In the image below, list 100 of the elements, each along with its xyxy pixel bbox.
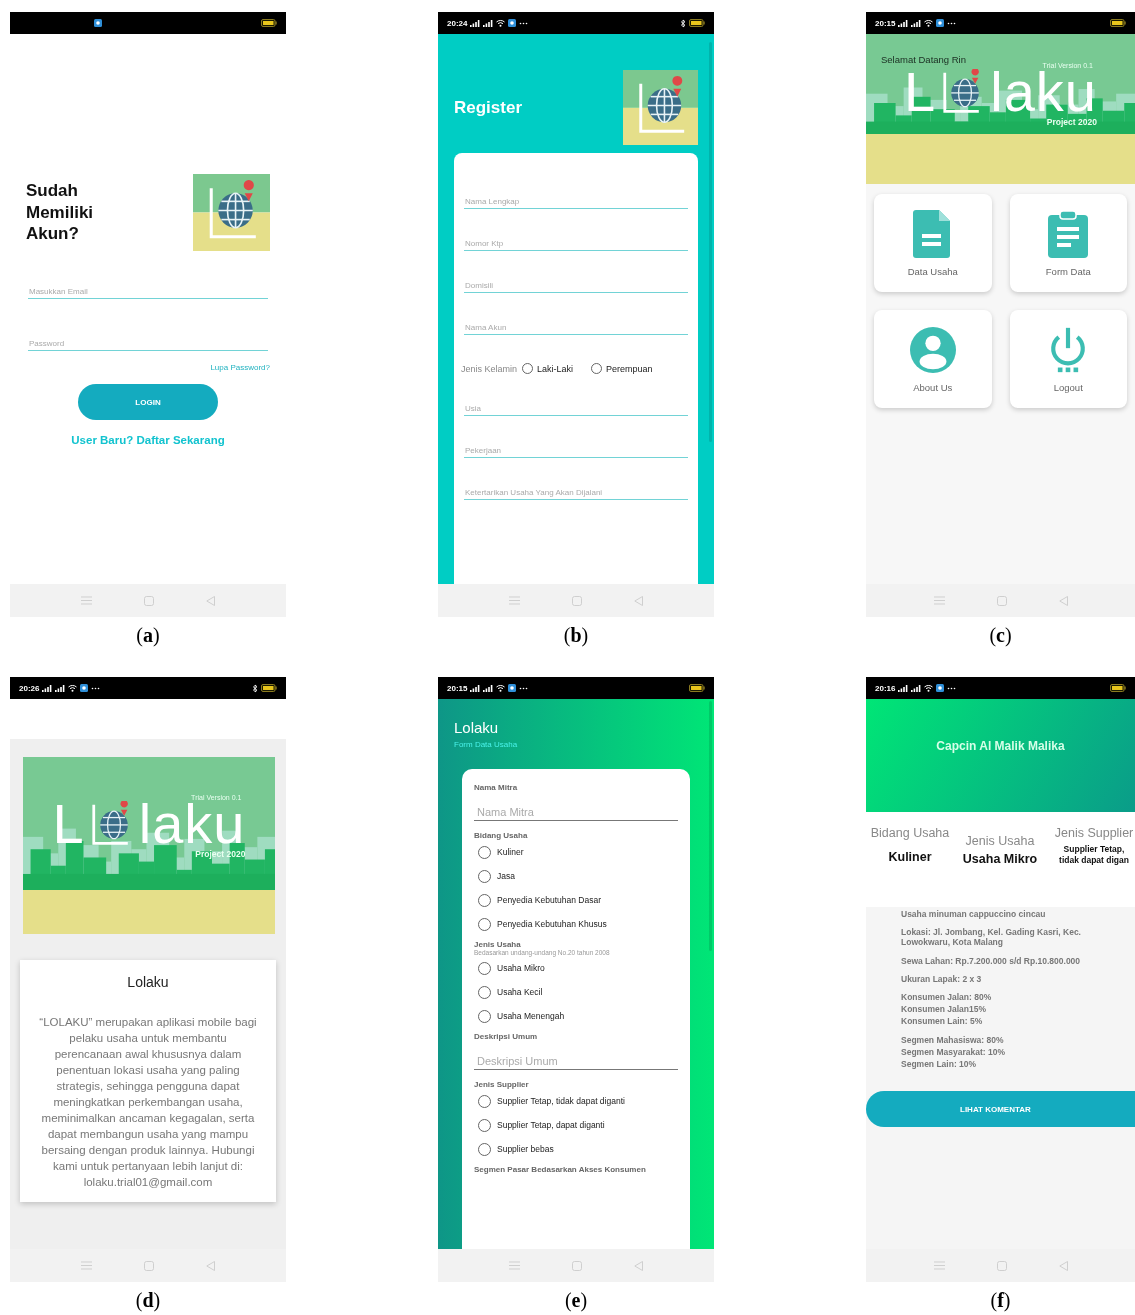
menu-icon[interactable]	[509, 1261, 520, 1270]
figure-caption: (e)	[564, 1289, 588, 1312]
status-time: 20:26	[19, 683, 40, 693]
globe-logo-icon	[623, 70, 698, 145]
app-notification-icon	[508, 684, 517, 692]
status-time: 20:15	[875, 18, 896, 28]
card-title: Lolaku	[127, 974, 169, 990]
app-notification-icon	[508, 19, 517, 27]
square-icon[interactable]	[996, 595, 1007, 606]
more-icon	[519, 686, 529, 690]
radio-label[interactable]: Penyedia Kebutuhan Khusus	[497, 919, 607, 929]
figure-caption: (c)	[989, 624, 1012, 647]
stat-heading: Jenis Supplier	[1054, 826, 1134, 841]
app-notification-icon	[94, 19, 102, 27]
bluetooth-icon	[252, 683, 258, 693]
input-field[interactable]: Domisili	[464, 279, 688, 293]
signal-icon	[911, 684, 922, 692]
signal-icon	[42, 684, 53, 692]
back-icon[interactable]	[634, 1260, 643, 1271]
radio-label[interactable]: Perempuan	[606, 363, 653, 374]
bluetooth-icon	[680, 18, 686, 28]
info-text: Segmen Lain: 10%	[901, 1058, 978, 1070]
square-icon[interactable]	[144, 595, 154, 606]
menu-icon[interactable]	[509, 596, 520, 605]
field-label: Deskripsi Umum	[474, 1032, 539, 1041]
menu-icon[interactable]	[933, 596, 945, 605]
figure-caption: (a)	[136, 624, 160, 647]
info-text: Segmen Mahasiswa: 80%	[901, 1034, 1005, 1045]
more-icon	[947, 21, 957, 25]
wifi-icon	[496, 19, 506, 27]
logo-text: laku	[990, 69, 1097, 115]
logo-text: laku	[138, 801, 246, 847]
more-icon	[947, 686, 957, 690]
menu-icon[interactable]	[81, 1261, 92, 1270]
radio-label[interactable]: Penyedia Kebutuhan Dasar	[497, 895, 601, 905]
square-icon[interactable]	[144, 1260, 154, 1271]
signal-icon	[483, 684, 494, 692]
radio-label[interactable]: Laki-Laki	[537, 363, 574, 374]
signal-icon	[911, 19, 922, 27]
square-icon[interactable]	[572, 1260, 582, 1271]
input-field[interactable]: Nama Lengkap	[464, 195, 688, 209]
app-notification-icon	[80, 684, 89, 692]
figure-caption: (b)	[563, 624, 589, 647]
radio-label[interactable]: Supplier Tetap, tidak dapat diganti	[497, 1096, 625, 1106]
menu-card[interactable]: About Us	[874, 310, 992, 408]
menu-card[interactable]: Form Data	[1009, 194, 1127, 292]
radio-label[interactable]: Kuliner	[497, 847, 524, 857]
login-heading: Sudah Memiliki Akun?	[26, 180, 95, 245]
field-label: Nama Mitra	[474, 783, 519, 792]
more-icon	[519, 21, 529, 25]
menu-card[interactable]: Data Usaha	[874, 194, 992, 292]
app-notification-icon	[936, 19, 945, 27]
menu-icon[interactable]	[81, 596, 92, 605]
input-field[interactable]: Pekerjaan	[464, 444, 688, 458]
info-text: Usaha minuman cappuccino cincau	[901, 909, 1047, 920]
greeting-text: Selamat Datang Rin	[881, 54, 967, 65]
stat-value: Kuliner	[888, 850, 932, 865]
battery-icon	[261, 684, 277, 692]
field-label: Jenis Kelamin	[461, 363, 518, 374]
info-text: Konsumen Jalan: 80%	[901, 991, 993, 1003]
radio-label[interactable]: Usaha Menengah	[497, 1011, 565, 1021]
business-title: Capcin Al Malik Malika	[936, 739, 1065, 755]
info-text: Konsumen Jalan15%	[901, 1004, 988, 1015]
input-field[interactable]: Password	[28, 337, 268, 351]
status-time: 20:16	[875, 683, 896, 693]
input-field[interactable]: Deskripsi Umum	[474, 1053, 678, 1070]
input-field[interactable]: Nama Mitra	[474, 804, 678, 821]
figure-caption: (d)	[135, 1289, 161, 1312]
signal-icon	[55, 684, 66, 692]
stat-value: Supplier Tetap, tidak dapat digan	[1059, 844, 1129, 867]
radio-label[interactable]: Usaha Mikro	[497, 963, 545, 973]
info-text: Segmen Masyarakat: 10%	[901, 1046, 1006, 1057]
signal-icon	[898, 19, 909, 27]
menu-icon[interactable]	[933, 1261, 945, 1270]
field-label: Bidang Usaha	[474, 831, 529, 840]
radio-label[interactable]: Supplier Tetap, dapat diganti	[497, 1120, 605, 1130]
radio-label[interactable]: Usaha Kecil	[497, 987, 543, 997]
back-icon[interactable]	[206, 1260, 215, 1271]
wifi-icon	[924, 19, 934, 27]
back-icon[interactable]	[206, 595, 215, 606]
back-icon[interactable]	[1058, 1260, 1068, 1271]
more-icon	[91, 686, 101, 690]
wifi-icon	[924, 684, 934, 692]
signal-icon	[470, 684, 481, 692]
project-label: Project 2020	[1046, 117, 1097, 127]
menu-card[interactable]: Logout	[1009, 310, 1127, 408]
input-field[interactable]: Masukkan Email	[28, 285, 268, 299]
page-subtitle: Form Data Usaha	[454, 740, 519, 749]
input-field[interactable]: Nama Akun	[464, 321, 688, 335]
input-field[interactable]: Nomor Ktp	[464, 237, 688, 251]
square-icon[interactable]	[572, 595, 582, 606]
input-field[interactable]: Usia	[464, 402, 688, 416]
back-icon[interactable]	[634, 595, 643, 606]
info-text: Ukuran Lapak: 2 x 3	[901, 973, 983, 984]
radio-label[interactable]: Jasa	[497, 871, 515, 881]
back-icon[interactable]	[1058, 595, 1068, 606]
input-field[interactable]: Ketertarikan Usaha Yang Akan Dijalani	[464, 486, 688, 500]
radio-label[interactable]: Supplier bebas	[497, 1144, 554, 1154]
signal-icon	[898, 684, 909, 692]
square-icon[interactable]	[996, 1260, 1007, 1271]
